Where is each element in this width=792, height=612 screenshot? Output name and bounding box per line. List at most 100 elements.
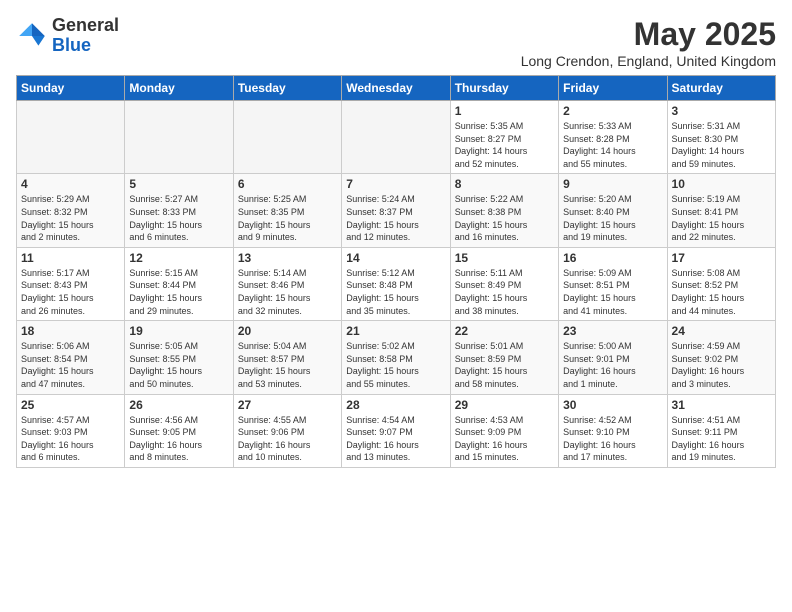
day-number: 3 <box>672 104 771 118</box>
day-number: 30 <box>563 398 662 412</box>
weekday-header: Sunday <box>17 76 125 101</box>
day-number: 25 <box>21 398 120 412</box>
calendar-week-row: 11 Sunrise: 5:17 AM Sunset: 8:43 PM Dayli… <box>17 247 776 320</box>
day-info: Sunrise: 4:53 AM Sunset: 9:09 PM Dayligh… <box>455 414 554 464</box>
calendar-cell <box>233 101 341 174</box>
day-info: Sunrise: 5:35 AM Sunset: 8:27 PM Dayligh… <box>455 120 554 170</box>
day-number: 9 <box>563 177 662 191</box>
day-info: Sunrise: 5:01 AM Sunset: 8:59 PM Dayligh… <box>455 340 554 390</box>
logo-text: General Blue <box>52 16 119 56</box>
day-info: Sunrise: 4:56 AM Sunset: 9:05 PM Dayligh… <box>129 414 228 464</box>
day-number: 13 <box>238 251 337 265</box>
day-info: Sunrise: 5:31 AM Sunset: 8:30 PM Dayligh… <box>672 120 771 170</box>
calendar-cell: 21Sunrise: 5:02 AM Sunset: 8:58 PM Dayli… <box>342 321 450 394</box>
day-info: Sunrise: 4:51 AM Sunset: 9:11 PM Dayligh… <box>672 414 771 464</box>
day-info: Sunrise: 5:22 AM Sunset: 8:38 PM Dayligh… <box>455 193 554 243</box>
calendar-header-row: SundayMondayTuesdayWednesdayThursdayFrid… <box>17 76 776 101</box>
calendar-cell: 11 Sunrise: 5:17 AM Sunset: 8:43 PM Dayli… <box>17 247 125 320</box>
weekday-header: Wednesday <box>342 76 450 101</box>
day-number: 8 <box>455 177 554 191</box>
day-number: 18 <box>21 324 120 338</box>
calendar-cell: 2 Sunrise: 5:33 AM Sunset: 8:28 PM Daylig… <box>559 101 667 174</box>
calendar-cell: 17 Sunrise: 5:08 AM Sunset: 8:52 PM Dayli… <box>667 247 775 320</box>
calendar: SundayMondayTuesdayWednesdayThursdayFrid… <box>16 75 776 468</box>
location: Long Crendon, England, United Kingdom <box>521 53 776 69</box>
day-info: Sunrise: 5:09 AM Sunset: 8:51 PM Dayligh… <box>563 267 662 317</box>
day-info: Sunrise: 5:33 AM Sunset: 8:28 PM Dayligh… <box>563 120 662 170</box>
title-block: May 2025 Long Crendon, England, United K… <box>521 16 776 69</box>
day-number: 19 <box>129 324 228 338</box>
calendar-cell: 30 Sunrise: 4:52 AM Sunset: 9:10 PM Dayli… <box>559 394 667 467</box>
day-number: 2 <box>563 104 662 118</box>
day-number: 16 <box>563 251 662 265</box>
calendar-cell: 24Sunrise: 4:59 AM Sunset: 9:02 PM Dayli… <box>667 321 775 394</box>
calendar-cell: 29 Sunrise: 4:53 AM Sunset: 9:09 PM Dayli… <box>450 394 558 467</box>
calendar-cell: 20Sunrise: 5:04 AM Sunset: 8:57 PM Dayli… <box>233 321 341 394</box>
day-info: Sunrise: 5:05 AM Sunset: 8:55 PM Dayligh… <box>129 340 228 390</box>
calendar-cell: 8 Sunrise: 5:22 AM Sunset: 8:38 PM Daylig… <box>450 174 558 247</box>
day-info: Sunrise: 5:00 AM Sunset: 9:01 PM Dayligh… <box>563 340 662 390</box>
logo: General Blue <box>16 16 119 56</box>
calendar-cell: 16 Sunrise: 5:09 AM Sunset: 8:51 PM Dayli… <box>559 247 667 320</box>
calendar-cell: 26 Sunrise: 4:56 AM Sunset: 9:05 PM Dayli… <box>125 394 233 467</box>
day-info: Sunrise: 5:02 AM Sunset: 8:58 PM Dayligh… <box>346 340 445 390</box>
weekday-header: Friday <box>559 76 667 101</box>
day-number: 17 <box>672 251 771 265</box>
day-info: Sunrise: 5:27 AM Sunset: 8:33 PM Dayligh… <box>129 193 228 243</box>
calendar-cell <box>125 101 233 174</box>
page-header: General Blue May 2025 Long Crendon, Engl… <box>16 16 776 69</box>
calendar-cell: 7Sunrise: 5:24 AM Sunset: 8:37 PM Daylig… <box>342 174 450 247</box>
day-info: Sunrise: 5:24 AM Sunset: 8:37 PM Dayligh… <box>346 193 445 243</box>
day-number: 24 <box>672 324 771 338</box>
day-number: 15 <box>455 251 554 265</box>
weekday-header: Saturday <box>667 76 775 101</box>
calendar-cell: 6Sunrise: 5:25 AM Sunset: 8:35 PM Daylig… <box>233 174 341 247</box>
calendar-cell: 18Sunrise: 5:06 AM Sunset: 8:54 PM Dayli… <box>17 321 125 394</box>
day-number: 14 <box>346 251 445 265</box>
calendar-cell: 27 Sunrise: 4:55 AM Sunset: 9:06 PM Dayli… <box>233 394 341 467</box>
day-info: Sunrise: 5:17 AM Sunset: 8:43 PM Dayligh… <box>21 267 120 317</box>
day-number: 4 <box>21 177 120 191</box>
day-number: 27 <box>238 398 337 412</box>
day-info: Sunrise: 5:19 AM Sunset: 8:41 PM Dayligh… <box>672 193 771 243</box>
day-info: Sunrise: 4:57 AM Sunset: 9:03 PM Dayligh… <box>21 414 120 464</box>
calendar-cell <box>17 101 125 174</box>
calendar-cell <box>342 101 450 174</box>
calendar-cell: 13 Sunrise: 5:14 AM Sunset: 8:46 PM Dayli… <box>233 247 341 320</box>
calendar-cell: 10 Sunrise: 5:19 AM Sunset: 8:41 PM Dayli… <box>667 174 775 247</box>
calendar-cell: 25 Sunrise: 4:57 AM Sunset: 9:03 PM Dayli… <box>17 394 125 467</box>
calendar-cell: 23 Sunrise: 5:00 AM Sunset: 9:01 PM Dayli… <box>559 321 667 394</box>
calendar-cell: 9Sunrise: 5:20 AM Sunset: 8:40 PM Daylig… <box>559 174 667 247</box>
day-info: Sunrise: 5:15 AM Sunset: 8:44 PM Dayligh… <box>129 267 228 317</box>
day-info: Sunrise: 5:12 AM Sunset: 8:48 PM Dayligh… <box>346 267 445 317</box>
calendar-cell: 15 Sunrise: 5:11 AM Sunset: 8:49 PM Dayli… <box>450 247 558 320</box>
day-number: 23 <box>563 324 662 338</box>
day-number: 26 <box>129 398 228 412</box>
logo-icon <box>16 20 48 52</box>
day-info: Sunrise: 5:14 AM Sunset: 8:46 PM Dayligh… <box>238 267 337 317</box>
day-info: Sunrise: 4:52 AM Sunset: 9:10 PM Dayligh… <box>563 414 662 464</box>
day-number: 29 <box>455 398 554 412</box>
calendar-cell: 31Sunrise: 4:51 AM Sunset: 9:11 PM Dayli… <box>667 394 775 467</box>
weekday-header: Tuesday <box>233 76 341 101</box>
calendar-cell: 3 Sunrise: 5:31 AM Sunset: 8:30 PM Daylig… <box>667 101 775 174</box>
calendar-cell: 28Sunrise: 4:54 AM Sunset: 9:07 PM Dayli… <box>342 394 450 467</box>
day-info: Sunrise: 5:11 AM Sunset: 8:49 PM Dayligh… <box>455 267 554 317</box>
month-title: May 2025 <box>521 16 776 53</box>
calendar-cell: 5Sunrise: 5:27 AM Sunset: 8:33 PM Daylig… <box>125 174 233 247</box>
day-number: 11 <box>21 251 120 265</box>
weekday-header: Monday <box>125 76 233 101</box>
day-number: 22 <box>455 324 554 338</box>
calendar-cell: 14 Sunrise: 5:12 AM Sunset: 8:48 PM Dayli… <box>342 247 450 320</box>
calendar-cell: 19 Sunrise: 5:05 AM Sunset: 8:55 PM Dayli… <box>125 321 233 394</box>
day-number: 10 <box>672 177 771 191</box>
calendar-week-row: 1Sunrise: 5:35 AM Sunset: 8:27 PM Daylig… <box>17 101 776 174</box>
day-info: Sunrise: 5:29 AM Sunset: 8:32 PM Dayligh… <box>21 193 120 243</box>
calendar-cell: 22 Sunrise: 5:01 AM Sunset: 8:59 PM Dayli… <box>450 321 558 394</box>
calendar-week-row: 18Sunrise: 5:06 AM Sunset: 8:54 PM Dayli… <box>17 321 776 394</box>
day-number: 28 <box>346 398 445 412</box>
day-number: 20 <box>238 324 337 338</box>
day-info: Sunrise: 4:55 AM Sunset: 9:06 PM Dayligh… <box>238 414 337 464</box>
weekday-header: Thursday <box>450 76 558 101</box>
day-info: Sunrise: 5:08 AM Sunset: 8:52 PM Dayligh… <box>672 267 771 317</box>
